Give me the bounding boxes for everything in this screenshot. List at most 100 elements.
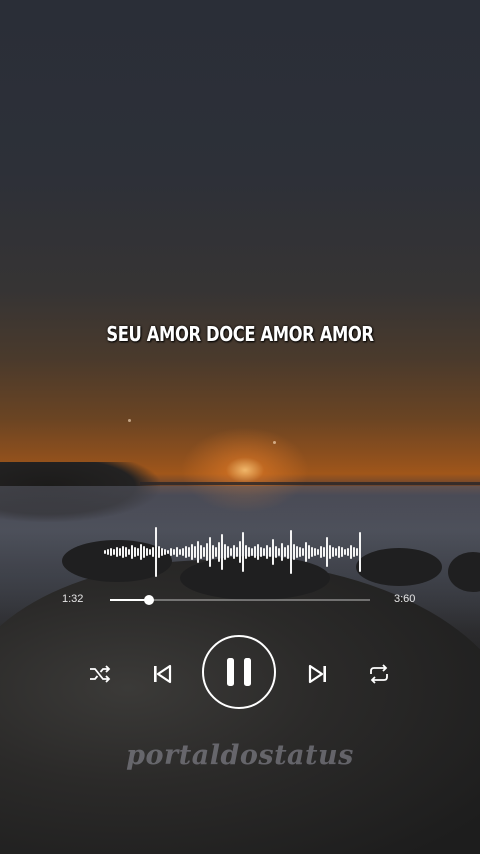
waveform-bar <box>347 548 349 556</box>
waveform-bar <box>341 547 343 557</box>
waveform-bar <box>155 527 157 577</box>
waveform-bar <box>254 546 256 558</box>
waveform-bar <box>104 550 106 554</box>
waveform-bar <box>224 544 226 560</box>
waveform-bar <box>299 547 301 557</box>
waveform-bar <box>263 548 265 556</box>
waveform-bar <box>242 532 244 572</box>
waveform-bar <box>290 530 292 574</box>
waveform-bar <box>320 546 322 558</box>
total-time: 3:60 <box>394 593 416 605</box>
next-button[interactable] <box>306 662 330 686</box>
waveform-bar <box>116 547 118 557</box>
waveform-bar <box>287 545 289 559</box>
waveform-bar <box>257 544 259 560</box>
horizon-line <box>140 482 480 485</box>
waveform-bar <box>302 548 304 556</box>
waveform-bar <box>200 545 202 559</box>
waveform-bar <box>152 547 154 557</box>
waveform-bar <box>245 545 247 559</box>
waveform-bar <box>212 545 214 559</box>
music-status-screen: SEU AMOR DOCE AMOR AMOR 1:32 3:60 portal… <box>0 0 480 854</box>
waveform-bar <box>236 547 238 557</box>
waveform-bar <box>194 546 196 558</box>
waveform-bar <box>308 545 310 559</box>
waveform-bar <box>119 548 121 556</box>
waveform-bar <box>353 547 355 557</box>
waveform-bar <box>332 547 334 557</box>
waveform-bar <box>221 534 223 570</box>
waveform-bar <box>278 548 280 556</box>
waveform-bar <box>185 546 187 558</box>
waveform-bar <box>251 548 253 556</box>
waveform-bar <box>167 550 169 554</box>
skip-previous-icon <box>154 664 172 684</box>
current-time: 1:32 <box>62 593 84 605</box>
light-speck <box>128 419 131 422</box>
waveform-bar <box>305 542 307 562</box>
waveform-bar <box>269 547 271 557</box>
rock <box>356 548 442 586</box>
waveform-bar <box>179 549 181 555</box>
lyric-text: SEU AMOR DOCE AMOR AMOR <box>106 322 374 346</box>
waveform-bar <box>260 547 262 557</box>
waveform-bar <box>122 546 124 558</box>
waveform-bar <box>344 549 346 555</box>
waveform-bar <box>146 548 148 556</box>
waveform-bar <box>230 548 232 556</box>
previous-button[interactable] <box>150 662 174 686</box>
pause-icon <box>227 658 251 686</box>
repeat-button[interactable] <box>366 662 392 686</box>
waveform-bar <box>197 541 199 563</box>
waveform-bar <box>203 547 205 557</box>
waveform-bar <box>158 546 160 558</box>
waveform-bar <box>326 537 328 567</box>
waveform-bar <box>239 541 241 563</box>
light-speck <box>273 441 276 444</box>
waveform-bar <box>311 547 313 557</box>
play-pause-button[interactable] <box>202 635 276 709</box>
waveform-bar <box>275 546 277 558</box>
waveform-bar <box>314 548 316 556</box>
progress-knob[interactable] <box>144 595 154 605</box>
waveform-bar <box>137 548 139 556</box>
waveform-bar <box>173 549 175 555</box>
waveform-bar <box>350 545 352 559</box>
progress-bar[interactable] <box>110 595 370 605</box>
waveform-bar <box>317 549 319 555</box>
waveform-bar <box>281 543 283 561</box>
waveform-bar <box>170 548 172 556</box>
audio-waveform <box>104 518 366 586</box>
waveform-bar <box>110 548 112 556</box>
waveform-bar <box>164 549 166 555</box>
waveform-bar <box>266 545 268 559</box>
waveform-bar <box>335 548 337 556</box>
waveform-bar <box>113 549 115 555</box>
waveform-bar <box>218 542 220 562</box>
skip-next-icon <box>308 664 326 684</box>
waveform-bar <box>149 549 151 555</box>
waveform-bar <box>248 547 250 557</box>
waveform-bar <box>233 545 235 559</box>
waveform-bar <box>131 545 133 559</box>
waveform-bar <box>143 546 145 558</box>
waveform-bar <box>191 544 193 560</box>
waveform-bar <box>209 537 211 567</box>
waveform-bar <box>176 547 178 557</box>
shuffle-button[interactable] <box>86 662 114 686</box>
waveform-bar <box>215 547 217 557</box>
waveform-bar <box>359 532 361 572</box>
waveform-bar <box>182 548 184 556</box>
waveform-bar <box>134 547 136 557</box>
waveform-bar <box>272 539 274 565</box>
shuffle-icon <box>90 665 111 683</box>
waveform-bar <box>323 547 325 557</box>
waveform-bar <box>128 549 130 555</box>
repeat-icon <box>370 664 388 684</box>
waveform-bar <box>125 547 127 557</box>
watermark-text: portaldostatus <box>126 740 354 771</box>
waveform-bar <box>356 548 358 556</box>
waveform-bar <box>161 548 163 556</box>
waveform-bar <box>293 544 295 560</box>
waveform-bar <box>227 546 229 558</box>
